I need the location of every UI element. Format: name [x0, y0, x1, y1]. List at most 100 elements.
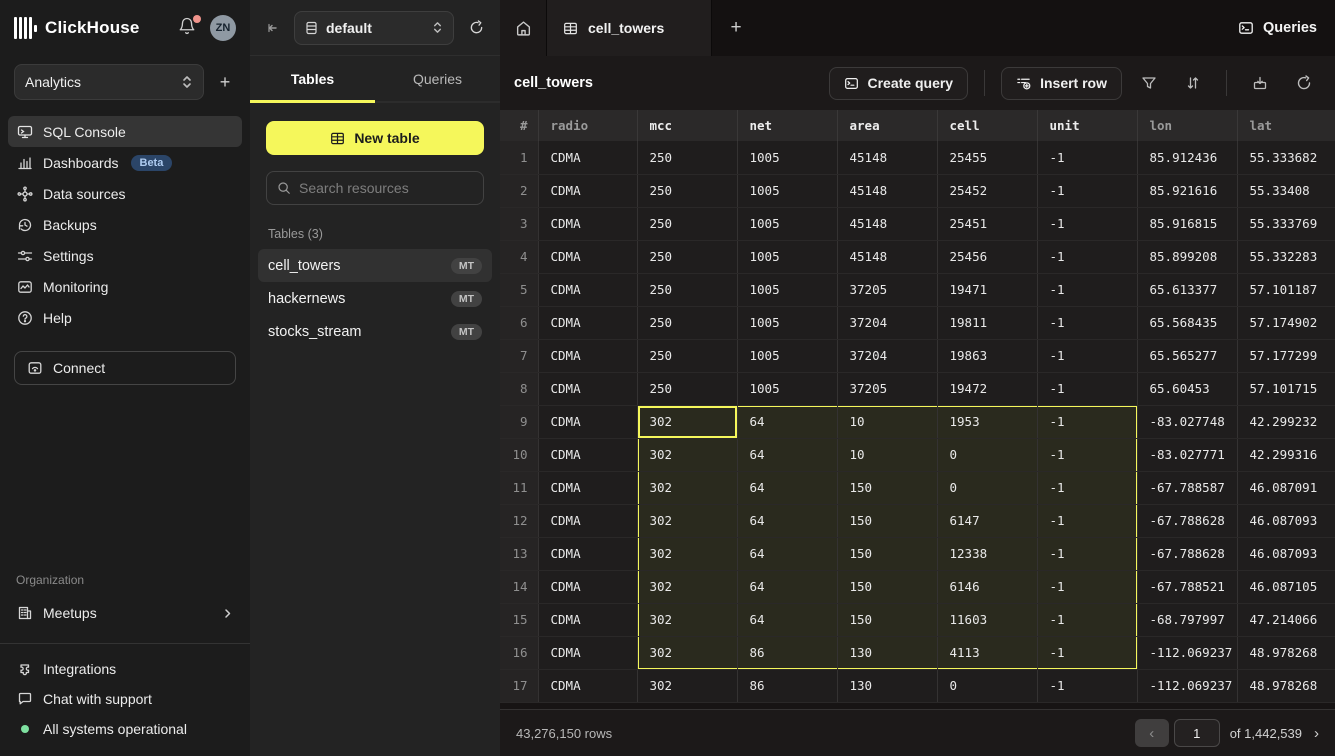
- cell-cell-r6[interactable]: 19811: [937, 306, 1037, 339]
- cell-mcc-r12[interactable]: 302: [637, 504, 737, 537]
- cell-unit-r15[interactable]: -1: [1037, 603, 1137, 636]
- cell-radio-r15[interactable]: CDMA: [538, 603, 637, 636]
- notification-bell-icon[interactable]: [178, 17, 200, 39]
- cell-cell-r8[interactable]: 19472: [937, 372, 1037, 405]
- cell-net-r6[interactable]: 1005: [737, 306, 837, 339]
- cell-cell-r9[interactable]: 1953: [937, 405, 1037, 438]
- sidebar-item-integrations[interactable]: Integrations: [8, 654, 242, 684]
- cell-lat-r15[interactable]: 47.214066: [1237, 603, 1335, 636]
- workspace-select[interactable]: Analytics: [14, 64, 204, 100]
- cell-area-r13[interactable]: 150: [837, 537, 937, 570]
- cell-net-r8[interactable]: 1005: [737, 372, 837, 405]
- cell-lon-r6[interactable]: 65.568435: [1137, 306, 1237, 339]
- sidebar-item-settings[interactable]: Settings: [8, 240, 242, 271]
- cell-cell-r11[interactable]: 0: [937, 471, 1037, 504]
- cell-net-r7[interactable]: 1005: [737, 339, 837, 372]
- row-number[interactable]: 13: [500, 537, 538, 570]
- cell-unit-r11[interactable]: -1: [1037, 471, 1137, 504]
- cell-net-r1[interactable]: 1005: [737, 141, 837, 174]
- sort-button[interactable]: [1176, 66, 1210, 100]
- cell-net-r14[interactable]: 64: [737, 570, 837, 603]
- cell-lon-r10[interactable]: -83.027771: [1137, 438, 1237, 471]
- cell-net-r5[interactable]: 1005: [737, 273, 837, 306]
- cell-lat-r1[interactable]: 55.333682: [1237, 141, 1335, 174]
- cell-area-r9[interactable]: 10: [837, 405, 937, 438]
- cell-mcc-r6[interactable]: 250: [637, 306, 737, 339]
- row-number[interactable]: 5: [500, 273, 538, 306]
- cell-cell-r17[interactable]: 0: [937, 669, 1037, 702]
- insert-row-button[interactable]: Insert row: [1001, 67, 1122, 100]
- cell-radio-r3[interactable]: CDMA: [538, 207, 637, 240]
- cell-cell-r4[interactable]: 25456: [937, 240, 1037, 273]
- cell-radio-r1[interactable]: CDMA: [538, 141, 637, 174]
- cell-cell-r3[interactable]: 25451: [937, 207, 1037, 240]
- cell-lat-r8[interactable]: 57.101715: [1237, 372, 1335, 405]
- cell-lon-r8[interactable]: 65.60453: [1137, 372, 1237, 405]
- cell-cell-r10[interactable]: 0: [937, 438, 1037, 471]
- cell-area-r11[interactable]: 150: [837, 471, 937, 504]
- row-number[interactable]: 11: [500, 471, 538, 504]
- cell-unit-r9[interactable]: -1: [1037, 405, 1137, 438]
- tab-queries[interactable]: Queries: [375, 56, 500, 101]
- cell-lon-r12[interactable]: -67.788628: [1137, 504, 1237, 537]
- column-header-unit[interactable]: unit: [1037, 110, 1137, 141]
- cell-area-r17[interactable]: 130: [837, 669, 937, 702]
- cell-lon-r1[interactable]: 85.912436: [1137, 141, 1237, 174]
- cell-radio-r6[interactable]: CDMA: [538, 306, 637, 339]
- new-tab-button[interactable]: +: [712, 0, 760, 56]
- column-header-mcc[interactable]: mcc: [637, 110, 737, 141]
- cell-lon-r16[interactable]: -112.069237: [1137, 636, 1237, 669]
- search-resources-input[interactable]: [299, 180, 473, 196]
- table-item-hackernews[interactable]: hackernews MT: [258, 282, 492, 315]
- cell-mcc-r5[interactable]: 250: [637, 273, 737, 306]
- cell-area-r10[interactable]: 10: [837, 438, 937, 471]
- cell-net-r2[interactable]: 1005: [737, 174, 837, 207]
- cell-mcc-r16[interactable]: 302: [637, 636, 737, 669]
- cell-lat-r5[interactable]: 57.101187: [1237, 273, 1335, 306]
- cell-mcc-r9[interactable]: 302: [637, 405, 737, 438]
- cell-lat-r7[interactable]: 57.177299: [1237, 339, 1335, 372]
- cell-unit-r17[interactable]: -1: [1037, 669, 1137, 702]
- column-header-area[interactable]: area: [837, 110, 937, 141]
- cell-lon-r15[interactable]: -68.797997: [1137, 603, 1237, 636]
- cell-area-r6[interactable]: 37204: [837, 306, 937, 339]
- cell-unit-r1[interactable]: -1: [1037, 141, 1137, 174]
- sidebar-item-backups[interactable]: Backups: [8, 209, 242, 240]
- cell-lat-r12[interactable]: 46.087093: [1237, 504, 1335, 537]
- cell-unit-r10[interactable]: -1: [1037, 438, 1137, 471]
- cell-net-r9[interactable]: 64: [737, 405, 837, 438]
- cell-net-r12[interactable]: 64: [737, 504, 837, 537]
- cell-lon-r5[interactable]: 65.613377: [1137, 273, 1237, 306]
- table-item-cell-towers[interactable]: cell_towers MT: [258, 249, 492, 282]
- cell-radio-r14[interactable]: CDMA: [538, 570, 637, 603]
- column-header-cell[interactable]: cell: [937, 110, 1037, 141]
- cell-mcc-r1[interactable]: 250: [637, 141, 737, 174]
- cell-mcc-r15[interactable]: 302: [637, 603, 737, 636]
- collapse-panel-icon[interactable]: [262, 17, 284, 39]
- cell-area-r3[interactable]: 45148: [837, 207, 937, 240]
- sidebar-item-help[interactable]: Help: [8, 302, 242, 333]
- refresh-button[interactable]: [1287, 66, 1321, 100]
- table-item-stocks-stream[interactable]: stocks_stream MT: [258, 315, 492, 348]
- sidebar-item-meetups[interactable]: Meetups: [8, 597, 242, 629]
- cell-radio-r7[interactable]: CDMA: [538, 339, 637, 372]
- tab-cell-towers[interactable]: cell_towers: [547, 0, 712, 56]
- cell-radio-r13[interactable]: CDMA: [538, 537, 637, 570]
- cell-cell-r16[interactable]: 4113: [937, 636, 1037, 669]
- connect-button[interactable]: Connect: [14, 351, 236, 385]
- cell-cell-r15[interactable]: 11603: [937, 603, 1037, 636]
- row-number[interactable]: 1: [500, 141, 538, 174]
- home-button[interactable]: [500, 0, 547, 56]
- cell-unit-r5[interactable]: -1: [1037, 273, 1137, 306]
- cell-unit-r6[interactable]: -1: [1037, 306, 1137, 339]
- row-number[interactable]: 4: [500, 240, 538, 273]
- refresh-tables-icon[interactable]: [464, 16, 488, 40]
- cell-lon-r14[interactable]: -67.788521: [1137, 570, 1237, 603]
- cell-cell-r5[interactable]: 19471: [937, 273, 1037, 306]
- cell-lat-r2[interactable]: 55.33408: [1237, 174, 1335, 207]
- column-header-lon[interactable]: lon: [1137, 110, 1237, 141]
- row-number[interactable]: 16: [500, 636, 538, 669]
- cell-area-r7[interactable]: 37204: [837, 339, 937, 372]
- cell-cell-r13[interactable]: 12338: [937, 537, 1037, 570]
- cell-unit-r8[interactable]: -1: [1037, 372, 1137, 405]
